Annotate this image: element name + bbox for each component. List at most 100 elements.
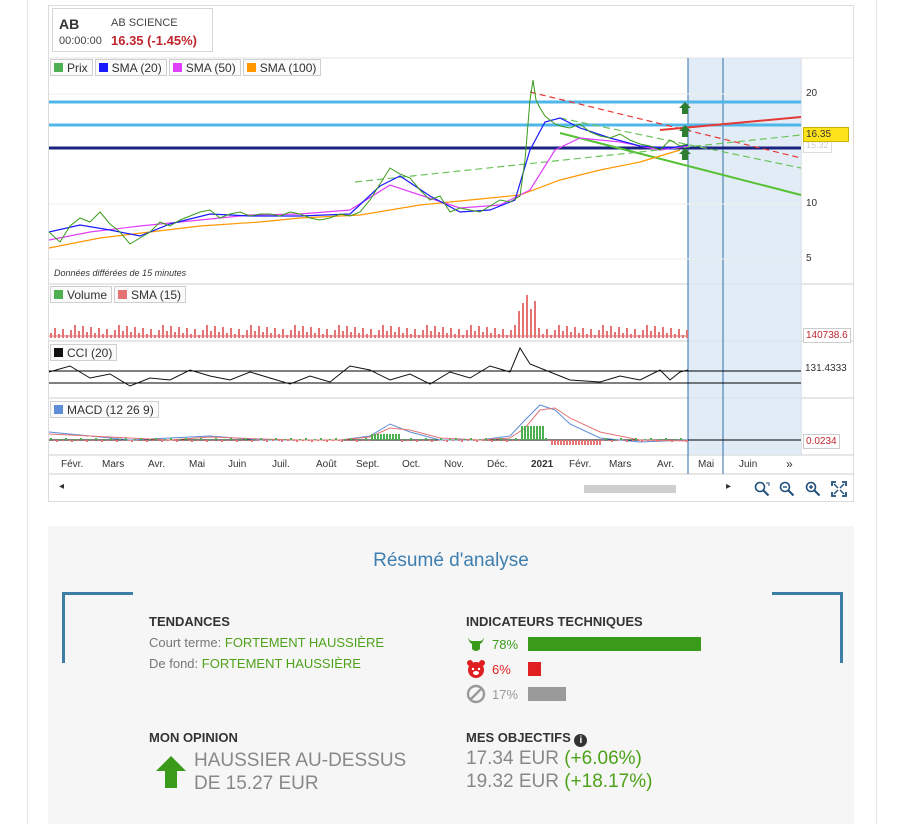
macd-bar	[194, 439, 196, 440]
macd-bar	[389, 434, 391, 440]
volume-bar	[650, 331, 652, 338]
macd-bar	[590, 440, 592, 445]
volume-bar	[254, 331, 256, 338]
macd-bar	[335, 438, 337, 440]
macd-bar	[476, 440, 478, 442]
macd-bar	[107, 440, 109, 441]
macd-bar	[674, 439, 676, 440]
macd-bar	[467, 440, 469, 441]
macd-bar	[668, 440, 670, 441]
legend-macd[interactable]: MACD (12 26 9)	[50, 401, 159, 418]
objective-2-value: 19.32 EUR	[466, 771, 559, 792]
zoom-out-icon[interactable]	[779, 481, 795, 497]
month-label: Mai	[189, 459, 206, 470]
macd-bar	[161, 440, 163, 442]
volume-bar	[262, 332, 264, 338]
macd-bar	[641, 440, 643, 442]
legend-sma15-label: SMA (15)	[131, 287, 182, 302]
macd-bar	[665, 438, 667, 440]
volume-bar	[78, 331, 80, 338]
analysis-summary: Résumé d'analyse TENDANCES Court terme: …	[48, 526, 854, 824]
macd-bar	[395, 434, 397, 440]
macd-bar	[362, 440, 364, 441]
macd-bar	[92, 440, 94, 441]
time-axis-more-button[interactable]: »	[786, 457, 793, 471]
opinion-line1: HAUSSIER AU-DESSUS	[194, 750, 407, 771]
macd-bar	[359, 439, 361, 440]
scroll-right-icon[interactable]: ▸	[726, 481, 731, 492]
macd-bar	[551, 440, 553, 445]
scroll-thumb[interactable]	[584, 485, 676, 493]
stock-chart[interactable]	[0, 0, 905, 510]
legend-sma100[interactable]: SMA (100)	[242, 59, 322, 76]
objective-1-value: 17.34 EUR	[466, 748, 559, 769]
macd-bar	[608, 440, 610, 441]
volume-bar	[466, 330, 468, 338]
macd-bar	[323, 440, 325, 441]
zoom-in-icon[interactable]	[805, 481, 821, 497]
volume-bar	[634, 329, 636, 338]
macd-bar	[215, 438, 217, 440]
legend-price[interactable]: Prix	[50, 59, 93, 76]
macd-bar	[644, 439, 646, 440]
chart-scrollbar[interactable]: ◂ ▸	[49, 477, 853, 501]
macd-bar	[617, 440, 619, 441]
macd-bar	[626, 440, 628, 442]
fullscreen-icon[interactable]	[831, 481, 847, 497]
macd-bar	[458, 440, 460, 441]
macd-bar	[143, 440, 145, 441]
zoom-reset-icon[interactable]	[754, 481, 770, 497]
quote-box: AB AB SCIENCE 00:00:00 16.35 (-1.45%)	[52, 8, 213, 52]
volume-bar	[130, 332, 132, 338]
volume-bar	[166, 331, 168, 338]
macd-bar	[200, 438, 202, 440]
legend-sma20[interactable]: SMA (20)	[94, 59, 167, 76]
macd-bar	[545, 438, 547, 440]
legend-volume[interactable]: Volume	[50, 286, 113, 303]
macd-bar	[416, 440, 418, 442]
volume-bar	[122, 331, 124, 338]
macd-bar	[470, 438, 472, 440]
macd-bar	[494, 439, 496, 440]
macd-bar	[614, 439, 616, 440]
month-label: Févr.	[569, 459, 592, 470]
volume-bar	[106, 329, 108, 338]
volume-bar	[158, 330, 160, 338]
legend-sma15[interactable]: SMA (15)	[114, 286, 187, 303]
macd-bar	[620, 438, 622, 440]
macd-bar	[536, 426, 538, 440]
legend-sma50[interactable]: SMA (50)	[168, 59, 241, 76]
macd-bar	[449, 439, 451, 440]
macd-bar	[446, 440, 448, 442]
macd-bar	[191, 440, 193, 442]
quote-price-change: 16.35 (-1.45%)	[111, 33, 197, 48]
long-term-label: De fond:	[149, 656, 199, 671]
macd-bar	[485, 438, 487, 440]
cci-tag: 131.4333	[803, 362, 849, 375]
indicator-neutral-pct: 17%	[492, 686, 519, 702]
volume-bar	[298, 331, 300, 338]
macd-bar	[80, 438, 82, 440]
macd-bar	[119, 439, 121, 440]
trends-heading: TENDANCES	[149, 614, 230, 629]
macd-bar	[557, 440, 559, 445]
macd-bar	[65, 438, 67, 440]
volume-bar	[502, 329, 504, 338]
macd-bar	[554, 440, 556, 445]
macd-bar	[587, 440, 589, 445]
macd-bar	[311, 440, 313, 442]
scroll-left-icon[interactable]: ◂	[59, 481, 64, 492]
volume-legend: Volume SMA (15)	[50, 286, 188, 303]
macd-bar	[353, 440, 355, 441]
volume-bar	[458, 329, 460, 338]
macd-bar	[296, 440, 298, 442]
legend-cci[interactable]: CCI (20)	[50, 344, 118, 361]
macd-bar	[284, 439, 286, 440]
month-label: Mars	[609, 459, 632, 470]
macd-bar	[599, 440, 601, 445]
legend-cci-label: CCI (20)	[67, 345, 113, 360]
info-icon[interactable]: i	[574, 734, 588, 747]
month-label: Avr.	[148, 459, 166, 470]
macd-bar	[518, 440, 520, 441]
macd-bar	[659, 439, 661, 440]
